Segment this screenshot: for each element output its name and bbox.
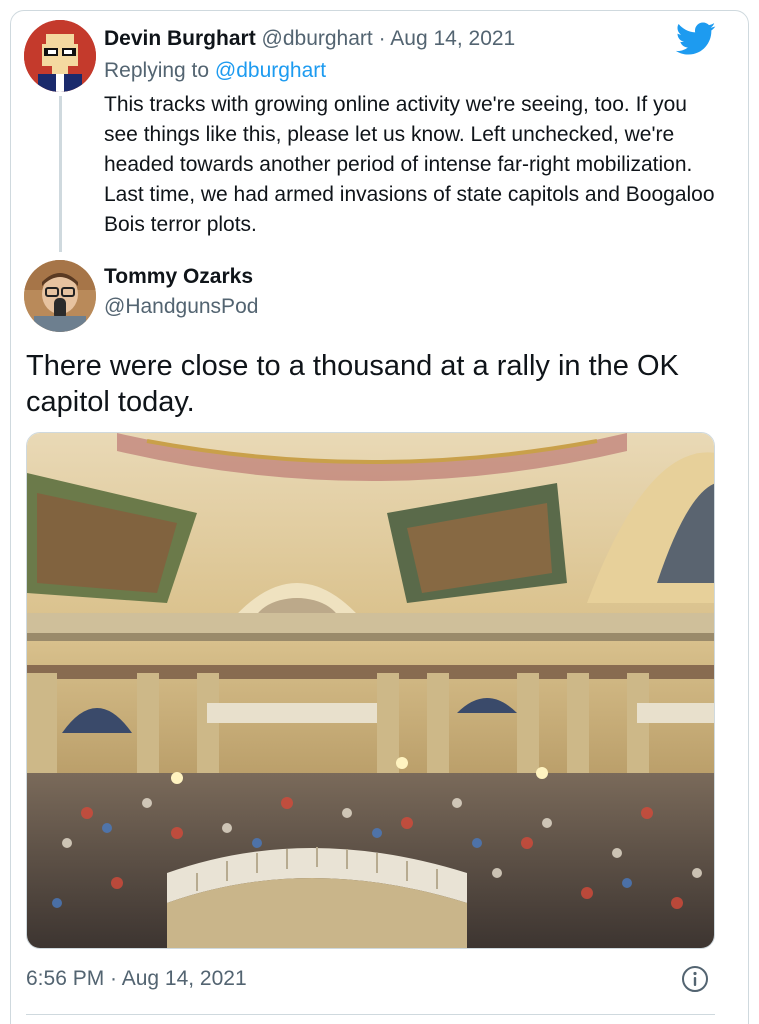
- replying-to-handle[interactable]: @dburghart: [215, 59, 326, 82]
- avatar-tommy-ozarks[interactable]: [24, 260, 96, 332]
- reply-header: Devin Burghart @dburghart · Aug 14, 2021: [104, 26, 515, 52]
- thread-connector-line: [59, 96, 62, 252]
- reply-author-handle[interactable]: @dburghart: [262, 27, 373, 50]
- tweet-timestamp[interactable]: 6:56 PM · Aug 14, 2021: [26, 966, 247, 992]
- reply-date[interactable]: Aug 14, 2021: [390, 27, 515, 50]
- twitter-bird-icon[interactable]: [676, 22, 716, 56]
- avatar-devin-burghart[interactable]: [24, 20, 96, 92]
- tweet-photo-capitol-rally[interactable]: [26, 432, 715, 949]
- reply-tweet-text: This tracks with growing online activity…: [104, 93, 715, 236]
- tweet-text: There were close to a thousand at a rall…: [26, 350, 679, 418]
- replying-to-label: Replying to: [104, 59, 210, 82]
- footer-divider: [26, 1014, 715, 1015]
- replying-to-line: Replying to @dburghart: [104, 58, 326, 84]
- tweet-author-handle[interactable]: @HandgunsPod: [104, 294, 258, 320]
- reply-author-name[interactable]: Devin Burghart: [104, 27, 256, 50]
- tweet-author-name[interactable]: Tommy Ozarks: [104, 264, 253, 290]
- reply-separator: ·: [378, 27, 386, 50]
- info-icon[interactable]: [680, 964, 710, 994]
